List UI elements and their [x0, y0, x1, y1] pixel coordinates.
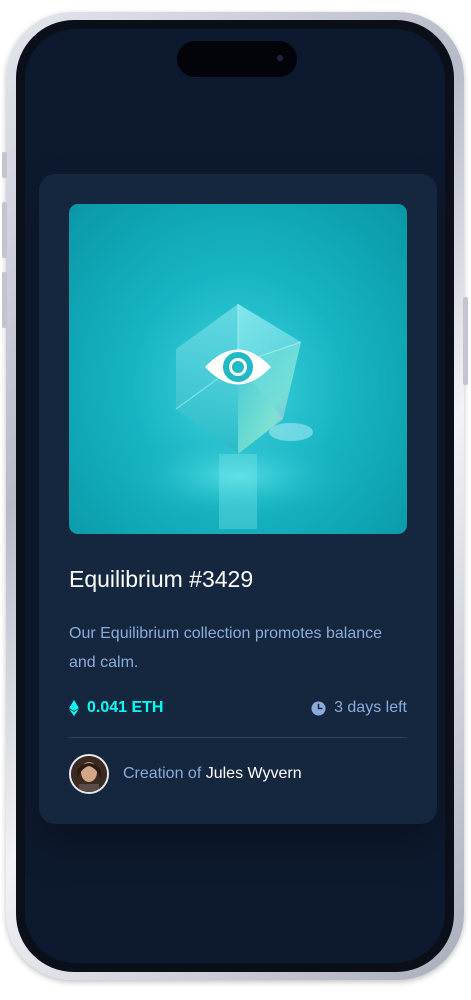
- phone-screen: Equilibrium #3429 Our Equilibrium collec…: [25, 29, 445, 963]
- phone-bezel: Equilibrium #3429 Our Equilibrium collec…: [16, 20, 454, 972]
- creator-attribution: Creation of Jules Wyvern: [69, 754, 302, 794]
- action-button: [2, 152, 7, 178]
- nft-image[interactable]: [69, 204, 407, 534]
- time-left-value: 3 days left: [334, 699, 407, 716]
- volume-up-button: [2, 202, 7, 258]
- time-left-info: 3 days left: [311, 699, 407, 717]
- camera-lens: [277, 55, 283, 61]
- phone-frame: Equilibrium #3429 Our Equilibrium collec…: [2, 12, 468, 980]
- power-button: [463, 297, 468, 385]
- clock-icon: [311, 700, 326, 716]
- nft-preview-card: Equilibrium #3429 Our Equilibrium collec…: [39, 174, 437, 824]
- volume-down-button: [2, 272, 7, 328]
- nft-description: Our Equilibrium collection promotes bala…: [69, 625, 383, 671]
- ethereum-icon: [69, 700, 79, 716]
- dynamic-island: [177, 41, 297, 77]
- nft-title[interactable]: Equilibrium #3429: [69, 566, 253, 593]
- price-value: 0.041 ETH: [87, 699, 164, 716]
- price-info: 0.041 ETH: [69, 699, 163, 717]
- creator-prefix: Creation of: [123, 765, 202, 782]
- creator-avatar: [69, 754, 109, 794]
- creator-name-link[interactable]: Jules Wyvern: [206, 765, 302, 782]
- divider: [69, 737, 407, 738]
- equilibrium-artwork: [118, 304, 358, 529]
